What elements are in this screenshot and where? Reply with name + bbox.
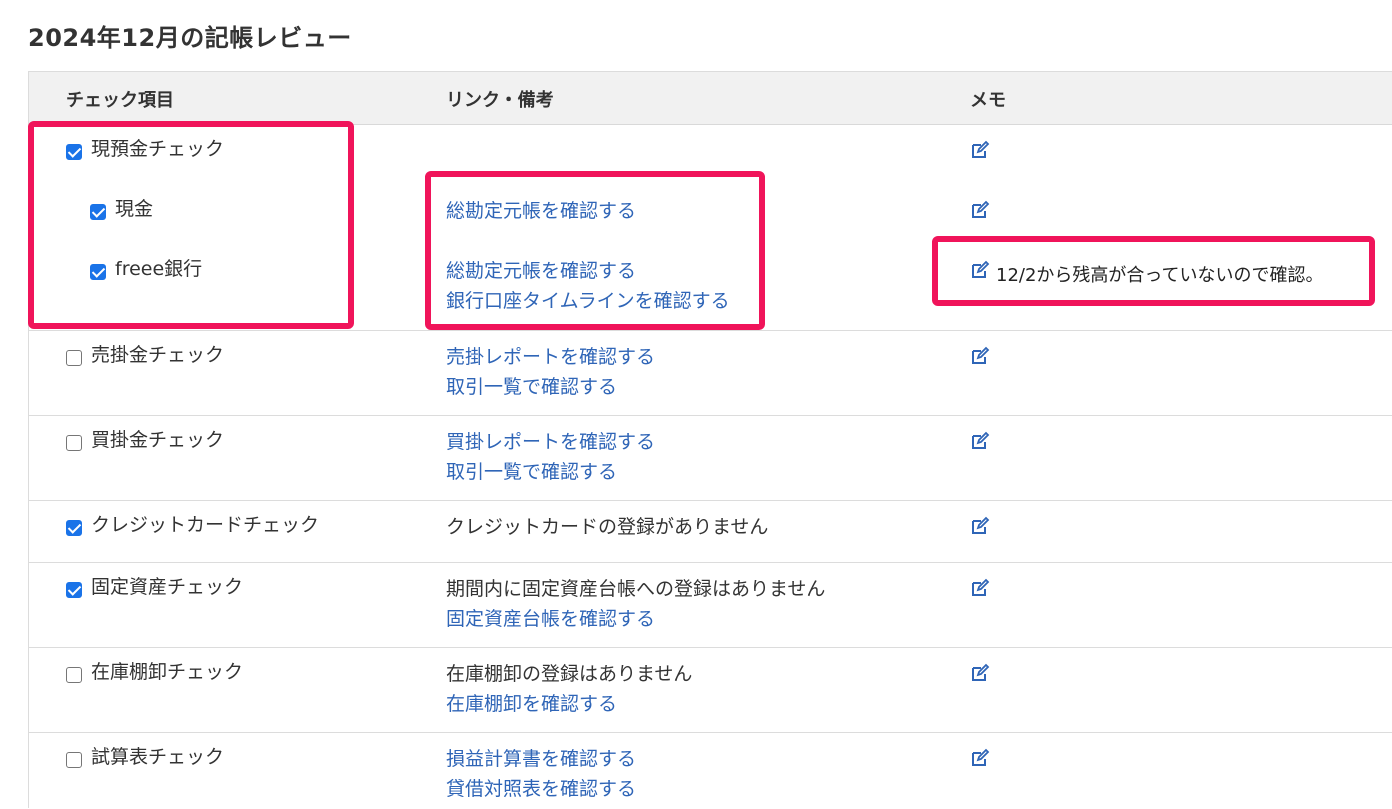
table-row: 買掛金チェック 買掛レポートを確認する 取引一覧で確認する [29, 415, 1392, 501]
table-row: 固定資産チェック 期間内に固定資産台帳への登録はありません 固定資産台帳を確認す… [29, 562, 1392, 648]
check-item-label: 試算表チェック [91, 746, 225, 768]
checkbox-inventory[interactable] [66, 667, 82, 683]
checkbox-credit-card[interactable] [66, 520, 82, 536]
link-income-statement[interactable]: 損益計算書を確認する [446, 746, 636, 772]
link-receivable-report[interactable]: 売掛レポートを確認する [446, 344, 655, 370]
column-header-links: リンク・備考 [446, 90, 554, 111]
check-item-label: クレジットカードチェック [91, 514, 320, 536]
check-item-label: 現金 [115, 198, 154, 220]
link-transactions[interactable]: 取引一覧で確認する [446, 374, 617, 400]
check-item-label: 在庫棚卸チェック [91, 661, 244, 683]
link-balance-sheet[interactable]: 貸借対照表を確認する [446, 776, 636, 802]
edit-memo-icon[interactable] [970, 516, 990, 536]
table-row: 売掛金チェック 売掛レポートを確認する 取引一覧で確認する [29, 330, 1392, 416]
column-header-check: チェック項目 [66, 90, 174, 111]
checkbox-freee-bank[interactable] [90, 264, 106, 280]
memo-text: 12/2から残高が合っていないので確認。 [996, 265, 1324, 286]
edit-memo-icon[interactable] [970, 200, 990, 220]
edit-memo-icon[interactable] [970, 663, 990, 683]
link-payable-report[interactable]: 買掛レポートを確認する [446, 429, 655, 455]
checkbox-accounts-payable[interactable] [66, 435, 82, 451]
note-text: 期間内に固定資産台帳への登録はありません [446, 578, 826, 600]
link-transactions[interactable]: 取引一覧で確認する [446, 459, 617, 485]
edit-memo-icon[interactable] [970, 431, 990, 451]
checkbox-fixed-assets[interactable] [66, 582, 82, 598]
link-general-ledger[interactable]: 総勘定元帳を確認する [446, 258, 636, 284]
page-title: 2024年12月の記帳レビュー [28, 24, 352, 52]
table-row-cash-group: 現預金チェック 現金 総勘定元帳を確認する freee銀行 総勘定元帳を確認する… [29, 124, 1392, 331]
table-header: チェック項目 リンク・備考 メモ [29, 72, 1392, 125]
edit-memo-icon[interactable] [970, 748, 990, 768]
edit-memo-icon[interactable] [970, 140, 990, 160]
checkbox-cash[interactable] [90, 204, 106, 220]
column-header-memo: メモ [970, 90, 1006, 111]
review-table: チェック項目 リンク・備考 メモ 現預金チェック 現金 総勘定元帳を確認する f… [28, 71, 1392, 808]
table-row: 在庫棚卸チェック 在庫棚卸の登録はありません 在庫棚卸を確認する [29, 647, 1392, 733]
link-general-ledger[interactable]: 総勘定元帳を確認する [446, 198, 636, 224]
check-item-label: freee銀行 [115, 258, 203, 280]
link-bank-timeline[interactable]: 銀行口座タイムラインを確認する [446, 288, 730, 314]
check-item-label: 買掛金チェック [91, 429, 225, 451]
table-row: 試算表チェック 損益計算書を確認する 貸借対照表を確認する [29, 732, 1392, 809]
note-text: クレジットカードの登録がありません [446, 516, 769, 538]
checkbox-trial-balance[interactable] [66, 752, 82, 768]
check-item-label: 売掛金チェック [91, 344, 225, 366]
note-text: 在庫棚卸の登録はありません [446, 663, 693, 685]
link-inventory[interactable]: 在庫棚卸を確認する [446, 691, 617, 717]
link-fixed-asset-register[interactable]: 固定資産台帳を確認する [446, 606, 655, 632]
table-row: クレジットカードチェック クレジットカードの登録がありません [29, 500, 1392, 563]
edit-memo-icon[interactable] [970, 346, 990, 366]
check-item-label: 固定資産チェック [91, 576, 244, 598]
check-item-label: 現預金チェック [91, 138, 225, 160]
checkbox-cash-deposits[interactable] [66, 144, 82, 160]
edit-memo-icon[interactable] [970, 260, 990, 280]
checkbox-accounts-receivable[interactable] [66, 350, 82, 366]
edit-memo-icon[interactable] [970, 578, 990, 598]
